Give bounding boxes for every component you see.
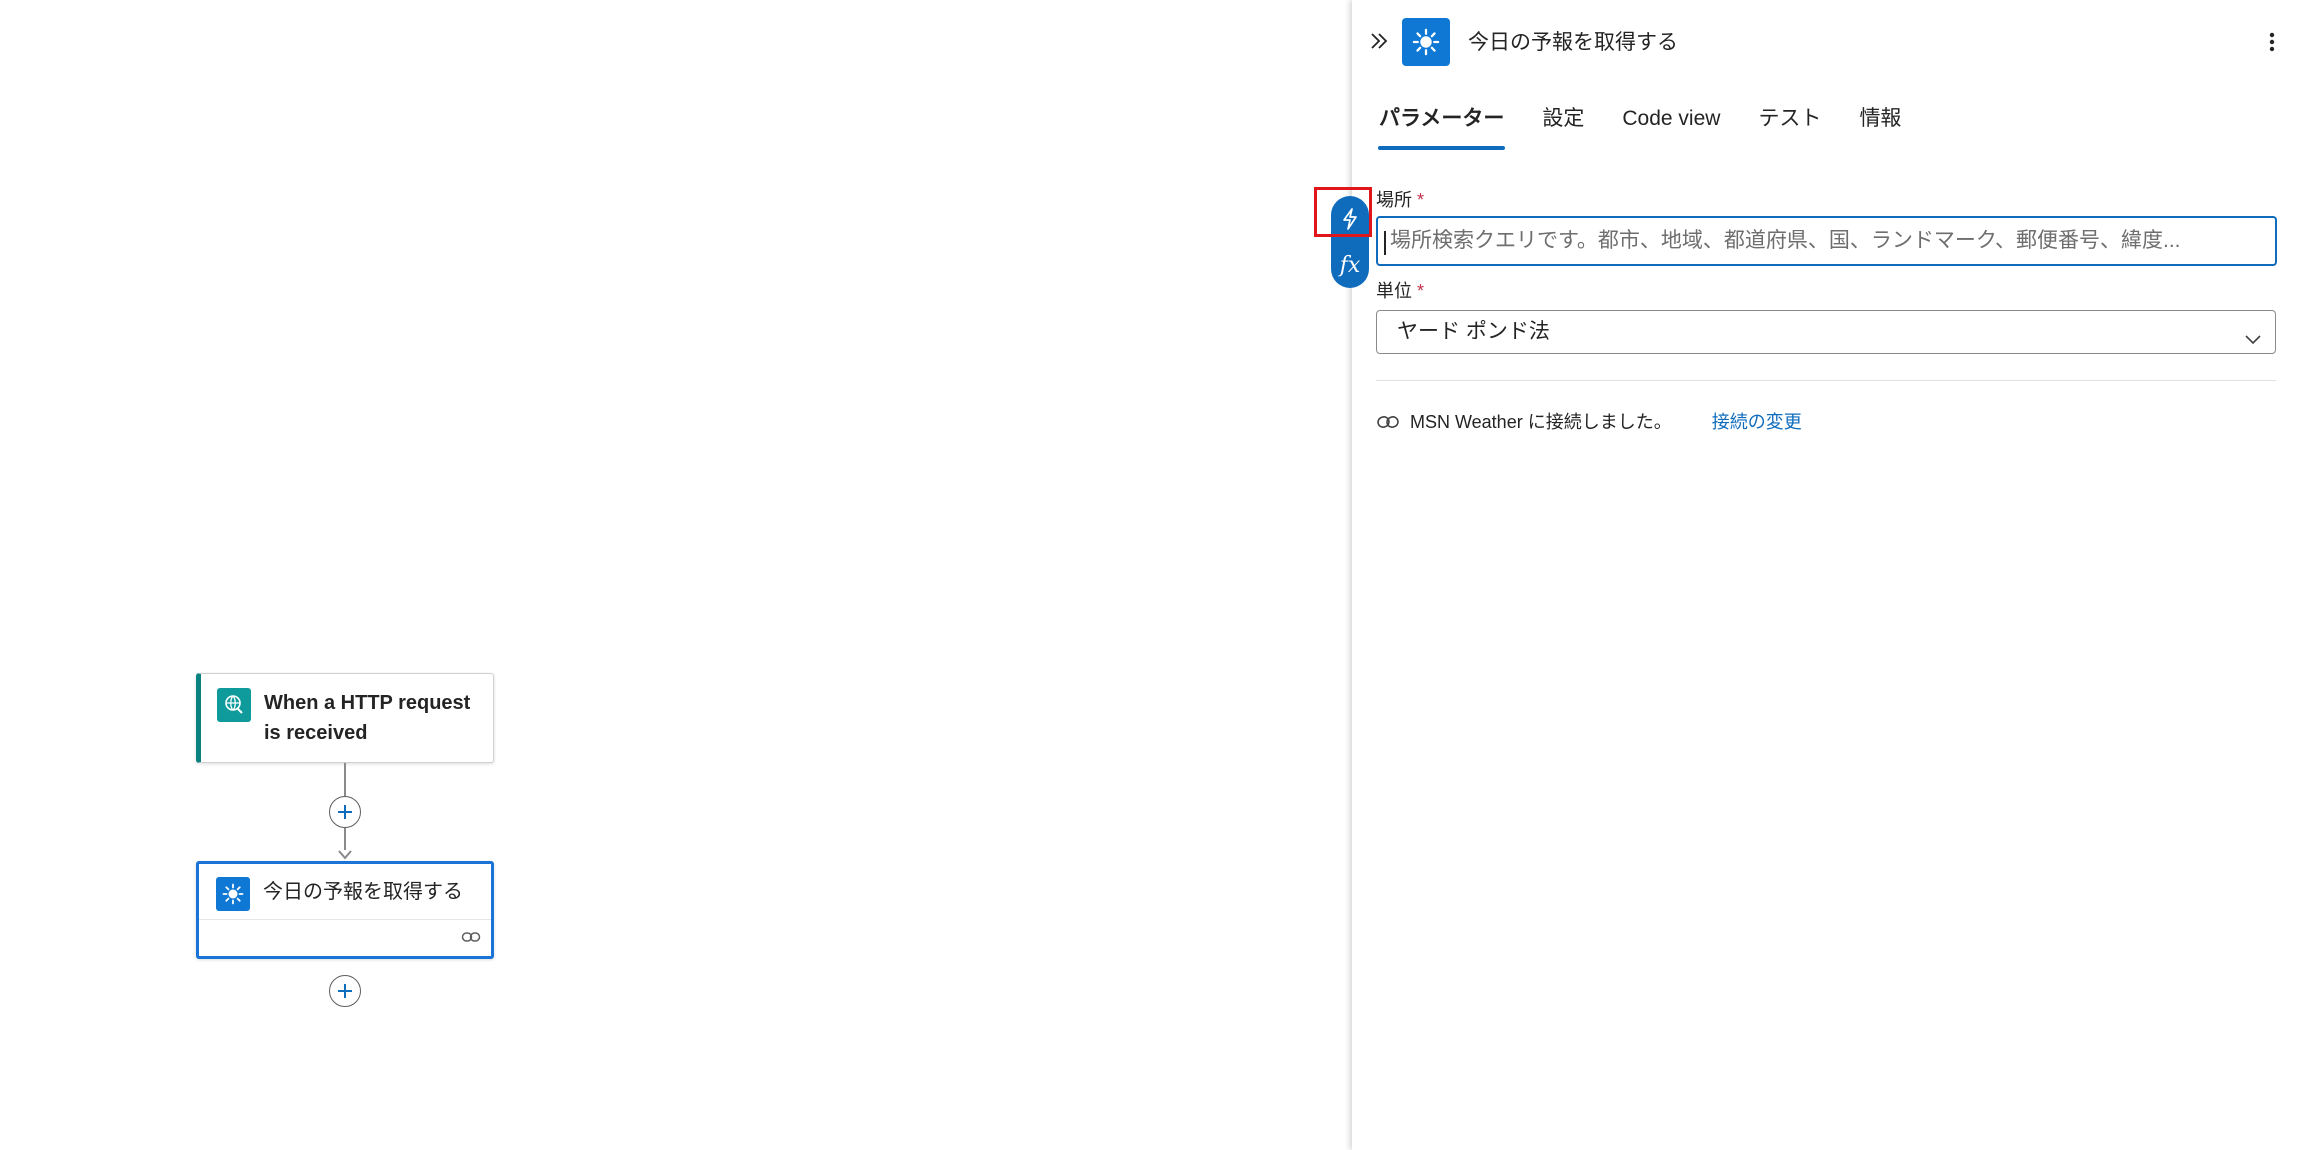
sun-icon <box>216 877 250 911</box>
location-label-text: 場所 <box>1376 190 1412 210</box>
trigger-node-title: When a HTTP request is received <box>264 692 471 744</box>
location-label: 場所 * <box>1376 188 1424 212</box>
units-label: 単位 * <box>1376 279 1424 303</box>
double-chevron-right-icon[interactable] <box>1366 28 1392 54</box>
panel-header: 今日の予報を取得する <box>1352 0 2302 86</box>
change-connection-link[interactable]: 接続の変更 <box>1712 408 1802 436</box>
sun-icon <box>1402 18 1450 66</box>
connection-info: MSN Weather に接続しました。 接続の変更 <box>1376 408 1802 436</box>
link-icon <box>1376 410 1400 434</box>
panel-title[interactable]: 今日の予報を取得する <box>1468 26 1678 60</box>
highlight-box <box>1314 187 1372 237</box>
tab-parameters[interactable]: パラメーター <box>1378 100 1506 150</box>
flow-canvas[interactable]: When a HTTP request is received 今日の予報を取得… <box>0 0 1352 1150</box>
node-footer <box>199 919 491 956</box>
link-icon <box>461 929 481 950</box>
more-vertical-icon[interactable] <box>2264 28 2280 56</box>
required-mark: * <box>1417 190 1425 210</box>
panel-tabs: パラメーター 設定 Code view テスト 情報 <box>1378 100 1938 150</box>
connection-status-text: MSN Weather に接続しました。 <box>1410 412 1672 432</box>
tab-code-view[interactable]: Code view <box>1621 100 1721 150</box>
tab-settings[interactable]: 設定 <box>1541 100 1585 150</box>
text-caret <box>1384 231 1386 255</box>
units-dropdown[interactable]: ヤード ポンド法 <box>1376 310 2276 354</box>
fx-icon[interactable]: fx <box>1331 242 1369 288</box>
tab-test[interactable]: テスト <box>1757 100 1822 150</box>
insert-step-button[interactable] <box>329 796 361 828</box>
tab-about[interactable]: 情報 <box>1858 100 1902 150</box>
divider <box>1376 380 2276 381</box>
weather-node[interactable]: 今日の予報を取得する <box>196 861 494 959</box>
location-input[interactable] <box>1376 216 2277 266</box>
required-mark: * <box>1417 281 1425 301</box>
trigger-node[interactable]: When a HTTP request is received <box>196 673 494 763</box>
weather-node-title: 今日の予報を取得する <box>263 881 463 903</box>
action-details-panel: 今日の予報を取得する パラメーター 設定 Code view テスト 情報 場所… <box>1352 0 2302 1150</box>
http-request-icon <box>217 688 251 722</box>
add-step-button[interactable] <box>329 975 361 1007</box>
chevron-down-icon <box>2243 322 2263 364</box>
units-selected-value: ヤード ポンド法 <box>1397 320 1550 343</box>
connector-line <box>344 828 346 850</box>
units-label-text: 単位 <box>1376 281 1412 301</box>
